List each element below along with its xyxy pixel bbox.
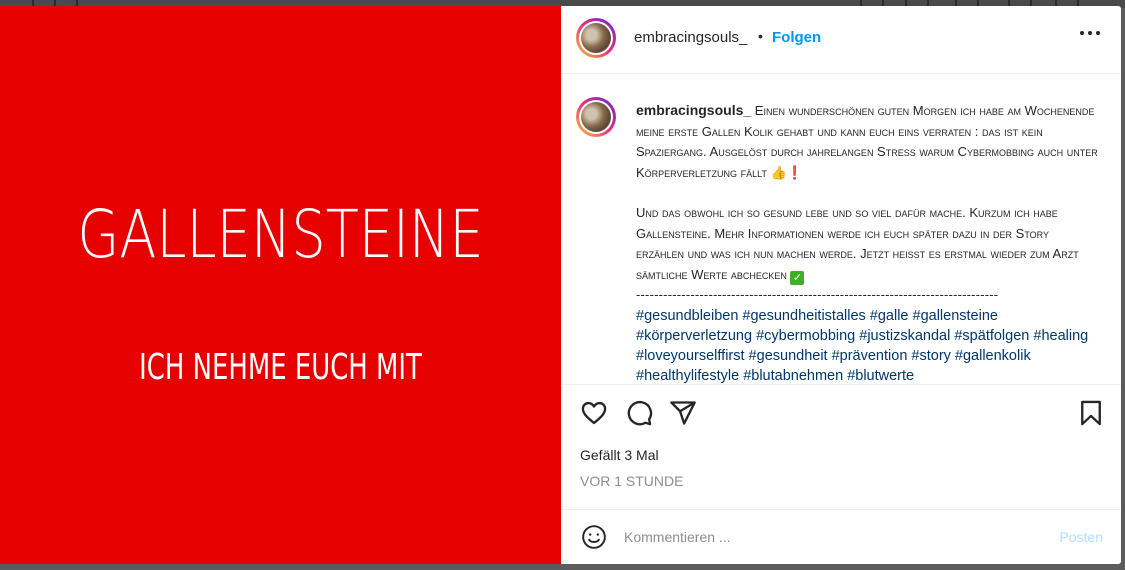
caption-avatar[interactable] xyxy=(576,97,616,137)
avatar[interactable] xyxy=(576,18,616,58)
post-image[interactable]: GALLENSTEINE ICH NEHME EUCH MIT xyxy=(0,6,561,564)
caption-divider: ----------------------------------------… xyxy=(636,287,999,302)
heart-icon[interactable] xyxy=(580,399,608,427)
comment-bar: Posten xyxy=(561,509,1121,564)
check-mark-emoji-icon: ✓ xyxy=(790,270,805,285)
image-title-text: GALLENSTEINE xyxy=(77,196,484,273)
image-subtitle-text: ICH NEHME EUCH MIT xyxy=(139,347,422,388)
paper-plane-icon[interactable] xyxy=(669,399,697,427)
caption-username-link[interactable]: embracingsouls_ xyxy=(636,102,751,118)
more-horizontal-icon[interactable] xyxy=(1080,31,1100,37)
header-username-link[interactable]: embracingsouls_ xyxy=(634,29,747,46)
comment-input[interactable] xyxy=(624,522,1024,552)
exclamation-emoji-icon: ❗ xyxy=(786,164,803,180)
caption-text: embracingsouls_ Einen wunderschönen gute… xyxy=(636,100,1098,385)
header-separator: • xyxy=(758,28,763,44)
follow-button[interactable]: Folgen xyxy=(772,29,821,46)
comment-icon[interactable] xyxy=(625,399,653,427)
caption-hashtags[interactable]: #gesundbleiben #gesundheitistalles #gall… xyxy=(636,306,1098,385)
more-dot xyxy=(1080,31,1084,35)
thumbs-up-emoji-icon: 👍 xyxy=(770,164,787,180)
caption-area[interactable]: embracingsouls_ Einen wunderschönen gute… xyxy=(561,74,1121,385)
post-timestamp[interactable]: VOR 1 STUNDE xyxy=(580,473,683,489)
post-header: embracingsouls_ • Folgen xyxy=(561,6,1121,74)
likes-count[interactable]: Gefällt 3 Mal xyxy=(580,447,659,463)
avatar-photo xyxy=(581,102,611,132)
post-modal: GALLENSTEINE ICH NEHME EUCH MIT embracin… xyxy=(0,6,1121,564)
caption-paragraph-2: Und das obwohl ich so gesund lebe und so… xyxy=(636,203,1098,285)
post-sidebar: embracingsouls_ • Folgen embracingsouls_… xyxy=(561,6,1121,564)
post-comment-button[interactable]: Posten xyxy=(1059,529,1103,545)
more-dot xyxy=(1096,31,1100,35)
bookmark-icon[interactable] xyxy=(1077,399,1105,427)
caption-paragraph-1: embracingsouls_ Einen wunderschönen gute… xyxy=(636,100,1098,183)
avatar-photo xyxy=(581,23,611,53)
more-dot xyxy=(1088,31,1092,35)
action-bar xyxy=(561,385,1121,445)
smiley-icon[interactable] xyxy=(581,524,607,550)
caption-body-2: Und das obwohl ich so gesund lebe und so… xyxy=(636,205,1079,282)
